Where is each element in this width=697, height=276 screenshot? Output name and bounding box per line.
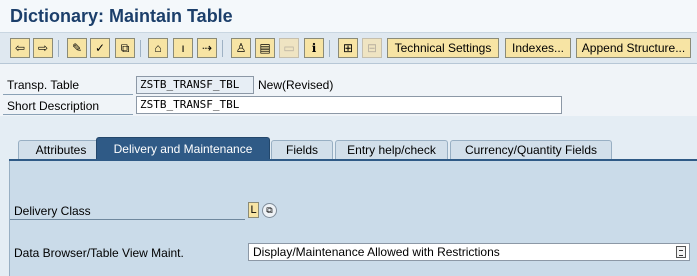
display-change-icon[interactable]: ✎ — [67, 38, 87, 58]
delivery-class-field[interactable]: L — [248, 202, 259, 218]
navigate-icon[interactable]: ⇢ — [197, 38, 217, 58]
technical-settings-button[interactable]: Technical Settings — [387, 38, 499, 58]
print-icon[interactable]: ▤ — [255, 38, 275, 58]
data-browser-dropdown[interactable]: Display/Maintenance Allowed with Restric… — [248, 243, 690, 261]
short-description-label: Short Description — [7, 99, 100, 113]
forward-arrow-icon[interactable]: ⇨ — [33, 38, 53, 58]
tab-currency-quantity-fields[interactable]: Currency/Quantity Fields — [450, 140, 612, 160]
tabstrip: Attributes Delivery and Maintenance Fiel… — [0, 137, 697, 160]
application-toolbar: ⇦ ⇨ ✎ ✓ ⧉ ⌂ ı ⇢ ♙ ▤ ▭ ℹ ⊞ ⊟ Technical Se… — [0, 33, 697, 64]
toolbar-separator — [140, 40, 141, 57]
structure-icon[interactable]: ⊞ — [338, 38, 358, 58]
short-description-field[interactable]: ZSTB_TRANSF_TBL — [136, 96, 562, 114]
layout-icon[interactable]: ▭ — [279, 38, 299, 58]
value-help-icon[interactable]: ⧉ — [262, 203, 277, 218]
toolbar-separator — [329, 40, 330, 57]
toolbar-separator — [58, 40, 59, 57]
dropdown-list-icon[interactable] — [676, 246, 686, 258]
transp-table-label: Transp. Table — [7, 78, 80, 92]
check-icon[interactable]: ✓ — [90, 38, 110, 58]
delivery-class-label: Delivery Class — [14, 204, 91, 218]
page-title: Dictionary: Maintain Table — [10, 6, 233, 26]
toolbar-separator — [222, 40, 223, 57]
status-text: New(Revised) — [258, 78, 334, 92]
data-browser-label: Data Browser/Table View Maint. — [14, 246, 184, 260]
tab-fields[interactable]: Fields — [271, 140, 333, 160]
hierarchy-icon[interactable]: ♙ — [231, 38, 251, 58]
where-used-icon[interactable]: ⌂ — [148, 38, 168, 58]
table-header: Transp. Table ZSTB_TRANSF_TBL New(Revise… — [0, 64, 697, 116]
table-name-field[interactable]: ZSTB_TRANSF_TBL — [136, 76, 254, 94]
back-arrow-icon[interactable]: ⇦ — [10, 38, 30, 58]
tab-entry-help-check[interactable]: Entry help/check — [335, 140, 448, 160]
label-underline — [3, 114, 133, 115]
grid-icon[interactable]: ⊟ — [362, 38, 382, 58]
delivery-maintenance-panel: Delivery Class L ⧉ Data Browser/Table Vi… — [9, 161, 697, 276]
append-structure-button[interactable]: Append Structure... — [576, 38, 691, 58]
activate-icon[interactable]: ⧉ — [115, 38, 135, 58]
label-underline — [3, 94, 133, 95]
info-marker-icon[interactable]: ı — [173, 38, 193, 58]
info-icon[interactable]: ℹ — [304, 38, 324, 58]
tab-attributes[interactable]: Attributes — [18, 140, 104, 160]
data-browser-value: Display/Maintenance Allowed with Restric… — [253, 245, 500, 259]
tab-delivery-and-maintenance[interactable]: Delivery and Maintenance — [96, 137, 270, 160]
indexes-button[interactable]: Indexes... — [505, 38, 571, 58]
label-underline — [10, 219, 245, 220]
title-bar: Dictionary: Maintain Table — [0, 0, 697, 33]
